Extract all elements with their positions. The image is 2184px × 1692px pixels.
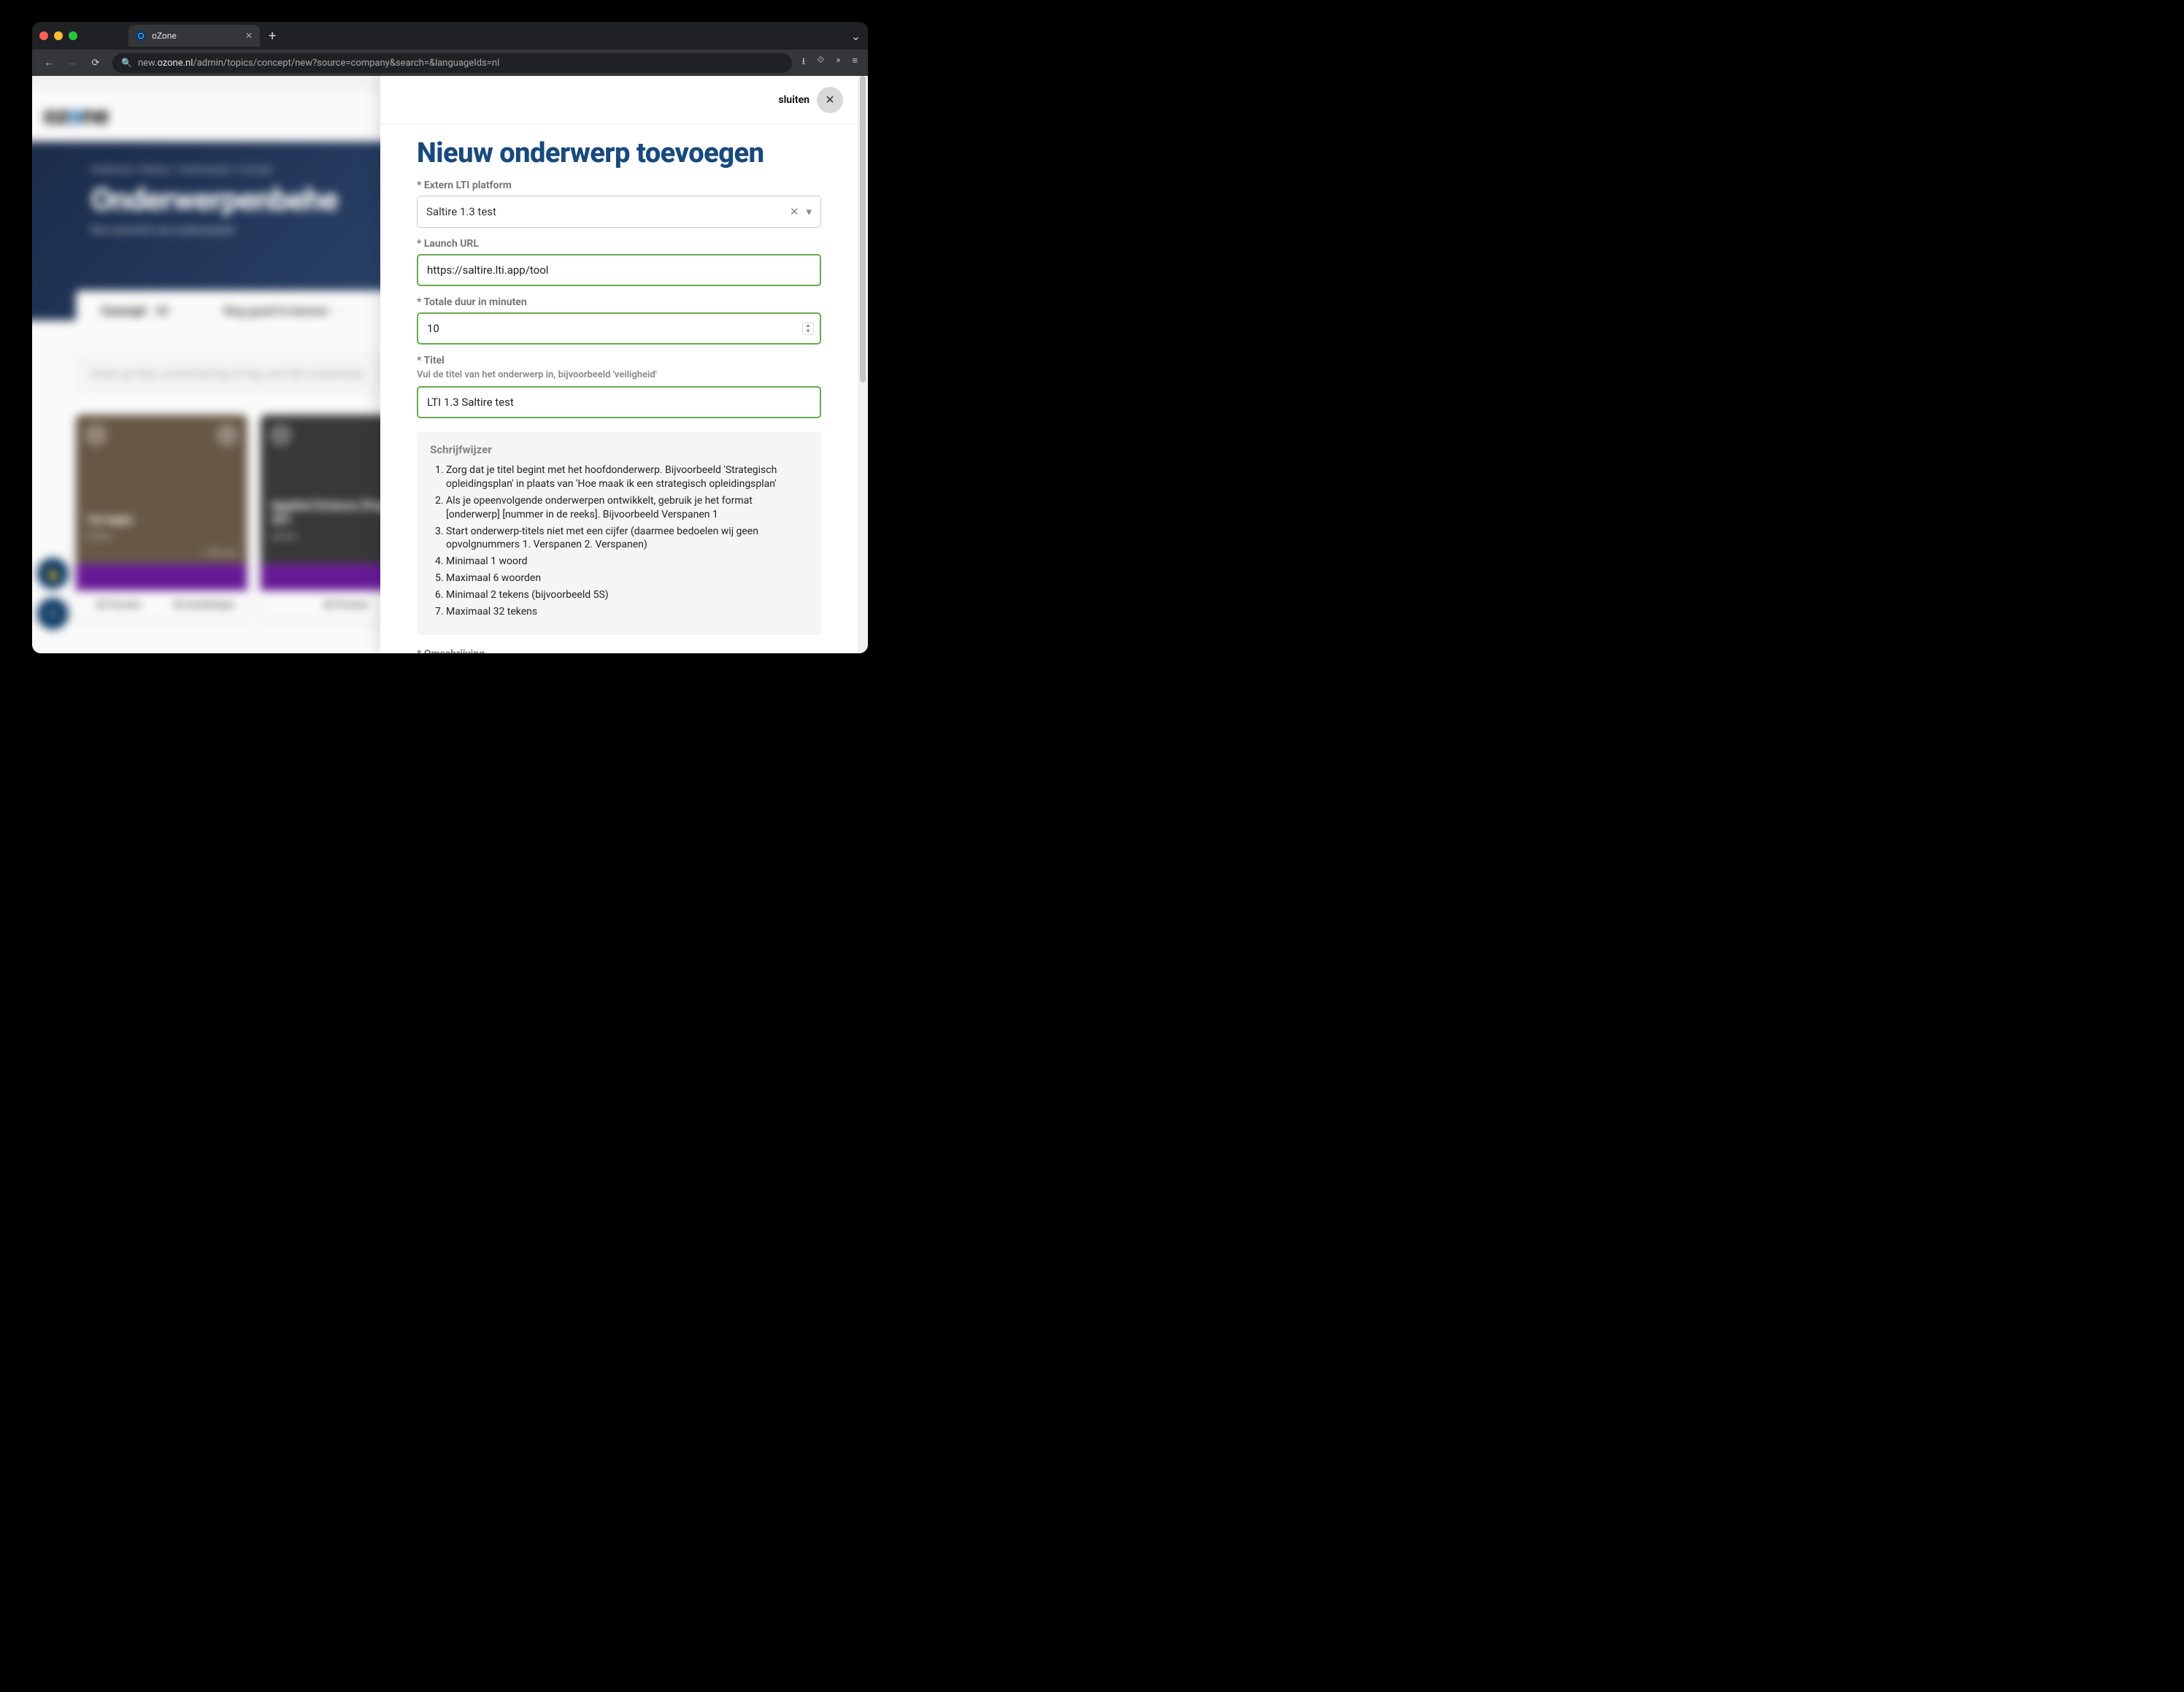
- window-zoom-icon[interactable]: [69, 31, 77, 40]
- launch-url-input[interactable]: [427, 264, 811, 277]
- downloads-icon[interactable]: ⭳: [802, 55, 806, 71]
- writing-guide-list: Zorg dat je titel begint met het hoofdon…: [430, 464, 808, 619]
- step-down-icon[interactable]: ▼: [803, 328, 813, 334]
- page-scrollbar[interactable]: [858, 76, 868, 653]
- tabs-overflow-icon[interactable]: ⌄: [851, 29, 861, 43]
- guide-item: Als je opeenvolgende onderwerpen ontwikk…: [446, 494, 808, 522]
- reload-button[interactable]: ⟳: [89, 58, 102, 69]
- writing-guide-heading: Schrijfwijzer: [430, 443, 808, 456]
- url-text: new.ozone.nl/admin/topics/concept/new?so…: [138, 58, 499, 69]
- favicon-icon: [136, 31, 146, 41]
- tab-strip: oZone ✕ + ⌄: [32, 22, 868, 50]
- toolbar-right: ⭳ ⟐ » ≡: [802, 55, 858, 71]
- title-input[interactable]: [427, 396, 811, 409]
- guide-item: Maximaal 32 tekens: [446, 605, 808, 619]
- platform-label: * Extern LTI platform: [417, 180, 821, 191]
- window-controls: [39, 31, 77, 40]
- extensions-icon[interactable]: ⟐: [817, 55, 824, 71]
- guide-item: Start onderwerp-titels niet met een cijf…: [446, 525, 808, 553]
- page-viewport: ◂ Momenteel ozone Dashboard Dashboard / …: [32, 76, 868, 653]
- forward-button[interactable]: →: [66, 57, 79, 69]
- close-label: sluiten: [778, 94, 810, 106]
- close-button[interactable]: ✕: [817, 87, 843, 113]
- close-icon: ✕: [825, 93, 834, 107]
- chevron-down-icon[interactable]: ▾: [806, 205, 812, 218]
- title-help: Vul de titel van het onderwerp in, bijvo…: [417, 369, 821, 380]
- browser-toolbar: ← → ⟳ 🔍 new.ozone.nl/admin/topics/concep…: [32, 50, 868, 76]
- new-topic-panel: sluiten ✕ Nieuw onderwerp toevoegen * Ex…: [380, 76, 858, 653]
- clear-icon[interactable]: ✕: [790, 205, 799, 218]
- duration-label: * Totale duur in minuten: [417, 296, 821, 308]
- new-tab-button[interactable]: +: [269, 28, 276, 44]
- title-label: * Titel: [417, 355, 821, 366]
- scrollbar-thumb[interactable]: [860, 76, 866, 382]
- platform-value: Saltire 1.3 test: [426, 205, 496, 218]
- tab-title: oZone: [152, 31, 177, 41]
- title-field[interactable]: [417, 386, 821, 418]
- panel-title: Nieuw onderwerp toevoegen: [417, 137, 821, 169]
- close-tab-icon[interactable]: ✕: [245, 31, 253, 41]
- overflow-icon[interactable]: »: [836, 55, 840, 71]
- panel-body: Nieuw onderwerp toevoegen * Extern LTI p…: [380, 124, 858, 653]
- duration-field[interactable]: ▲ ▼: [417, 312, 821, 345]
- panel-header: sluiten ✕: [380, 76, 858, 124]
- window-close-icon[interactable]: [39, 31, 48, 40]
- description-label: * Omschrijving: [417, 648, 821, 653]
- browser-tab[interactable]: oZone ✕: [128, 25, 260, 47]
- launch-url-field[interactable]: [417, 254, 821, 286]
- menu-icon[interactable]: ≡: [852, 55, 858, 71]
- duration-input[interactable]: [427, 322, 811, 335]
- platform-select[interactable]: Saltire 1.3 test ✕ ▾: [417, 196, 821, 228]
- url-bar[interactable]: 🔍 new.ozone.nl/admin/topics/concept/new?…: [112, 53, 792, 73]
- launch-label: * Launch URL: [417, 238, 821, 250]
- window-minimize-icon[interactable]: [54, 31, 63, 40]
- search-icon: 🔍: [121, 58, 132, 68]
- writing-guide-box: Schrijfwijzer Zorg dat je titel begint m…: [417, 431, 821, 635]
- browser-window: oZone ✕ + ⌄ ← → ⟳ 🔍 new.ozone.nl/admin/t…: [32, 22, 868, 653]
- back-button[interactable]: ←: [42, 57, 55, 69]
- guide-item: Maximaal 6 woorden: [446, 572, 808, 585]
- guide-item: Minimaal 2 tekens (bijvoorbeeld 5S): [446, 588, 808, 602]
- guide-item: Zorg dat je titel begint met het hoofdon…: [446, 464, 808, 491]
- quantity-stepper[interactable]: ▲ ▼: [802, 322, 814, 335]
- guide-item: Minimaal 1 woord: [446, 555, 808, 569]
